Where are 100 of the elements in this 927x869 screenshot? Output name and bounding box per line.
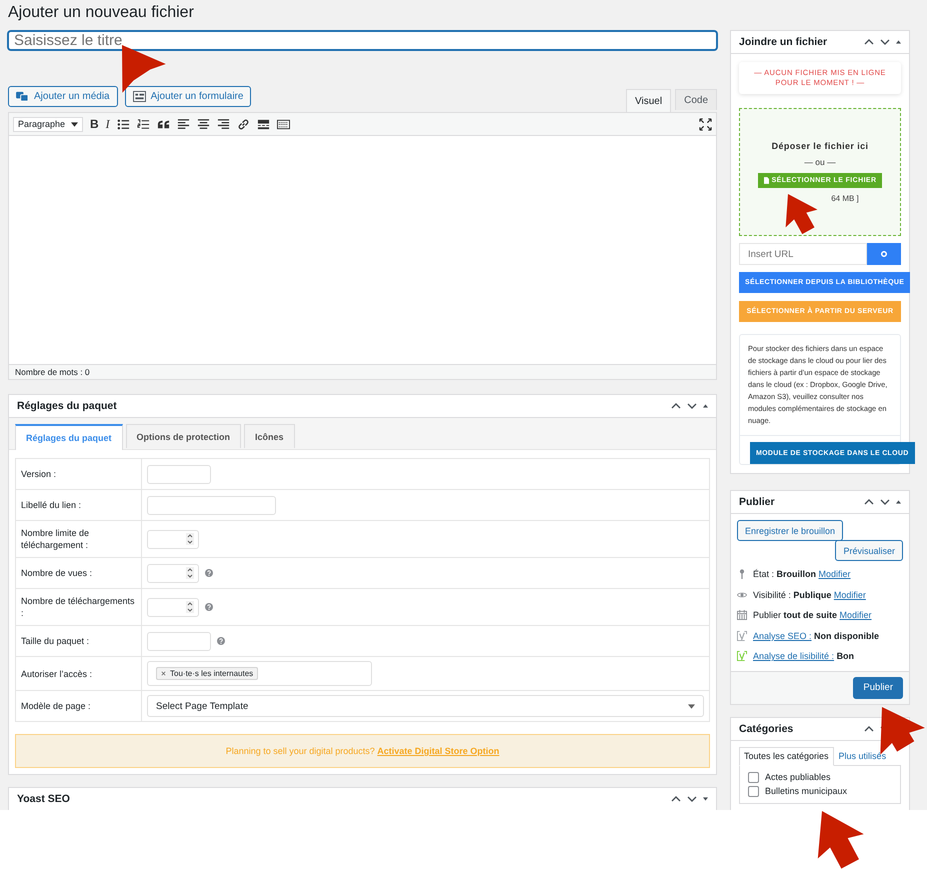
panel-title: Publier <box>739 496 775 508</box>
save-draft-button[interactable]: Enregistrer le brouillon <box>737 520 844 541</box>
stepper-icon[interactable] <box>186 601 194 613</box>
access-tag: Tou·te·s les internautes <box>156 667 258 680</box>
align-center-icon[interactable] <box>196 118 210 130</box>
italic-button[interactable]: I <box>106 116 110 132</box>
annotation-arrow <box>786 194 818 234</box>
caret-icon <box>688 704 695 708</box>
format-select[interactable]: Paragraphe <box>13 116 83 132</box>
form-icon <box>132 91 146 102</box>
editor-tab[interactable]: Visuel <box>626 89 672 112</box>
status-link[interactable]: Modifier <box>834 590 866 600</box>
category-label: Bulletins municipaux <box>765 786 848 796</box>
panel-title: Yoast SEO <box>17 793 70 805</box>
move-up-icon[interactable] <box>864 726 874 732</box>
field-label: Autoriser l’accès : <box>21 668 92 680</box>
align-left-icon[interactable] <box>176 118 190 130</box>
numbered-list-icon[interactable] <box>136 118 150 130</box>
word-count: Nombre de mots : 0 <box>15 367 90 377</box>
help-icon[interactable] <box>205 569 213 577</box>
collapse-icon[interactable] <box>896 40 901 44</box>
number-field[interactable] <box>147 530 199 548</box>
status-text: Analyse SEO : Non disponible <box>753 630 880 641</box>
number-field[interactable] <box>147 564 199 582</box>
annotation-arrow <box>122 45 166 93</box>
checkbox[interactable] <box>748 772 759 782</box>
status-text: État : Brouillon Modifier <box>753 569 851 580</box>
text-field[interactable] <box>147 632 211 650</box>
help-icon[interactable] <box>205 603 213 611</box>
text-field[interactable] <box>147 496 276 514</box>
collapse-icon[interactable] <box>896 500 901 504</box>
field-label: Taille du paquet : <box>21 635 90 647</box>
bulleted-list-icon[interactable] <box>116 118 130 130</box>
move-down-icon[interactable] <box>687 796 697 802</box>
circle-icon <box>881 251 887 257</box>
field-label: Nombre de téléchargements : <box>21 595 136 619</box>
drop-text: Déposer le fichier ici <box>772 141 868 151</box>
align-right-icon[interactable] <box>216 118 230 130</box>
keyboard-icon[interactable] <box>276 118 290 130</box>
status-link[interactable]: Modifier <box>818 569 851 580</box>
notice-text: Planning to sell your digital products? Activate Digital Store Option <box>226 746 500 756</box>
caret-icon <box>71 122 78 126</box>
status-text: Analyse de lisibilité : Bon <box>753 651 854 662</box>
page-title: Ajouter un nouveau fichier <box>8 4 195 22</box>
move-up-icon[interactable] <box>671 796 681 802</box>
field-label: Version : <box>21 468 56 480</box>
field-label: Nombre de vues : <box>21 567 92 579</box>
move-up-icon[interactable] <box>864 499 874 505</box>
move-down-icon[interactable] <box>880 499 890 505</box>
checkbox[interactable] <box>748 786 759 796</box>
field-label: Nombre limite de téléchargement : <box>21 527 90 551</box>
move-down-icon[interactable] <box>880 39 890 45</box>
move-up-icon[interactable] <box>671 403 681 409</box>
remove-icon[interactable] <box>161 671 166 676</box>
media-button[interactable]: Ajouter un formulaire <box>124 86 252 107</box>
fullscreen-icon[interactable] <box>699 118 712 130</box>
status-text: Publier tout de suite Modifier <box>753 610 872 620</box>
eye-icon <box>737 590 747 600</box>
settings-tab[interactable]: Icônes <box>244 424 295 448</box>
move-down-icon[interactable] <box>687 403 697 409</box>
preview-button[interactable]: Prévisualiser <box>835 540 903 561</box>
or-text: — ou — <box>804 157 836 167</box>
media-icon <box>16 91 29 102</box>
calendar-icon <box>737 610 747 620</box>
access-field[interactable]: Tou·te·s les internautes <box>147 661 372 686</box>
publish-button[interactable]: Publier <box>853 676 903 698</box>
status-link[interactable]: Analyse de lisibilité : <box>753 651 834 662</box>
template-select[interactable]: Select Page Template <box>147 695 704 717</box>
status-link[interactable]: Modifier <box>840 610 872 620</box>
status-text: Visibilité : Publique Modifier <box>753 590 866 600</box>
field-label: Libellé du lien : <box>21 499 82 511</box>
size-note: 64 MB ] <box>830 194 859 203</box>
title-field[interactable]: Saisissez le titre <box>8 31 717 50</box>
editor-tab[interactable]: Code <box>675 89 717 110</box>
settings-tab[interactable]: Options de protection <box>126 424 242 448</box>
category-tab[interactable]: Plus utilisés <box>834 746 892 766</box>
number-field[interactable] <box>147 598 199 616</box>
media-button[interactable]: Ajouter un média <box>8 86 118 107</box>
settings-tab[interactable]: Réglages du paquet <box>15 424 123 450</box>
annotation-arrow <box>818 811 864 869</box>
file-icon <box>764 177 769 184</box>
expand-icon[interactable] <box>703 797 708 801</box>
panel-title: Réglages du paquet <box>17 400 117 412</box>
collapse-icon[interactable] <box>703 404 708 408</box>
category-label: Actes publiables <box>765 772 831 782</box>
category-tab[interactable]: Toutes les catégories <box>739 746 834 766</box>
field-label: Modèle de page : <box>21 700 91 712</box>
link-icon[interactable] <box>236 118 250 130</box>
stepper-icon[interactable] <box>186 533 194 545</box>
stepper-icon[interactable] <box>186 567 194 579</box>
text-field[interactable] <box>147 464 211 484</box>
status-link[interactable]: Analyse SEO : <box>753 630 812 641</box>
insert-url-button[interactable] <box>867 243 901 265</box>
panel-title: Catégories <box>739 722 794 734</box>
pin-icon <box>737 569 747 580</box>
move-up-icon[interactable] <box>864 39 874 45</box>
read-more-icon[interactable] <box>256 118 270 130</box>
url-field[interactable]: Insert URL <box>739 243 867 265</box>
bold-button[interactable]: B <box>90 117 99 131</box>
help-icon[interactable] <box>217 637 225 645</box>
